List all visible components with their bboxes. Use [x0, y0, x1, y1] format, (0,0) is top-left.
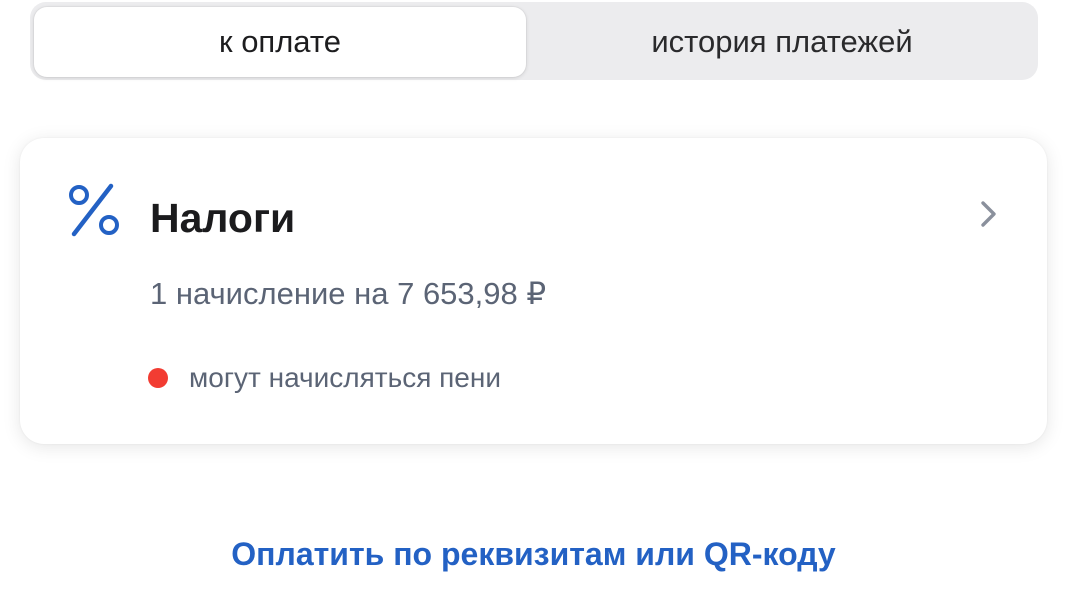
payments-screen: к оплате история платежей Налоги 1 начис… [0, 0, 1067, 600]
penalty-warning-text: могут начисляться пени [189, 362, 501, 393]
chevron-right-icon[interactable] [978, 198, 1000, 230]
tab-payment-history-label: история платежей [651, 24, 913, 59]
tab-payment-history[interactable]: история платежей [530, 7, 1034, 77]
card-title: Налоги [150, 195, 296, 241]
pay-by-details-link[interactable]: Оплатить по реквизитам или QR-коду [0, 532, 1067, 576]
warning-dot-icon [148, 368, 168, 388]
tab-to-pay-label: к оплате [219, 24, 341, 59]
tab-to-pay[interactable]: к оплате [34, 7, 526, 77]
taxes-card[interactable]: Налоги 1 начисление на 7 653,98 ₽ могут … [20, 138, 1047, 444]
charges-summary: 1 начисление на 7 653,98 ₽ [150, 276, 547, 311]
payments-tab-switcher: к оплате история платежей [30, 2, 1038, 80]
percent-icon [69, 183, 119, 237]
penalty-warning: могут начисляться пени [148, 360, 501, 396]
